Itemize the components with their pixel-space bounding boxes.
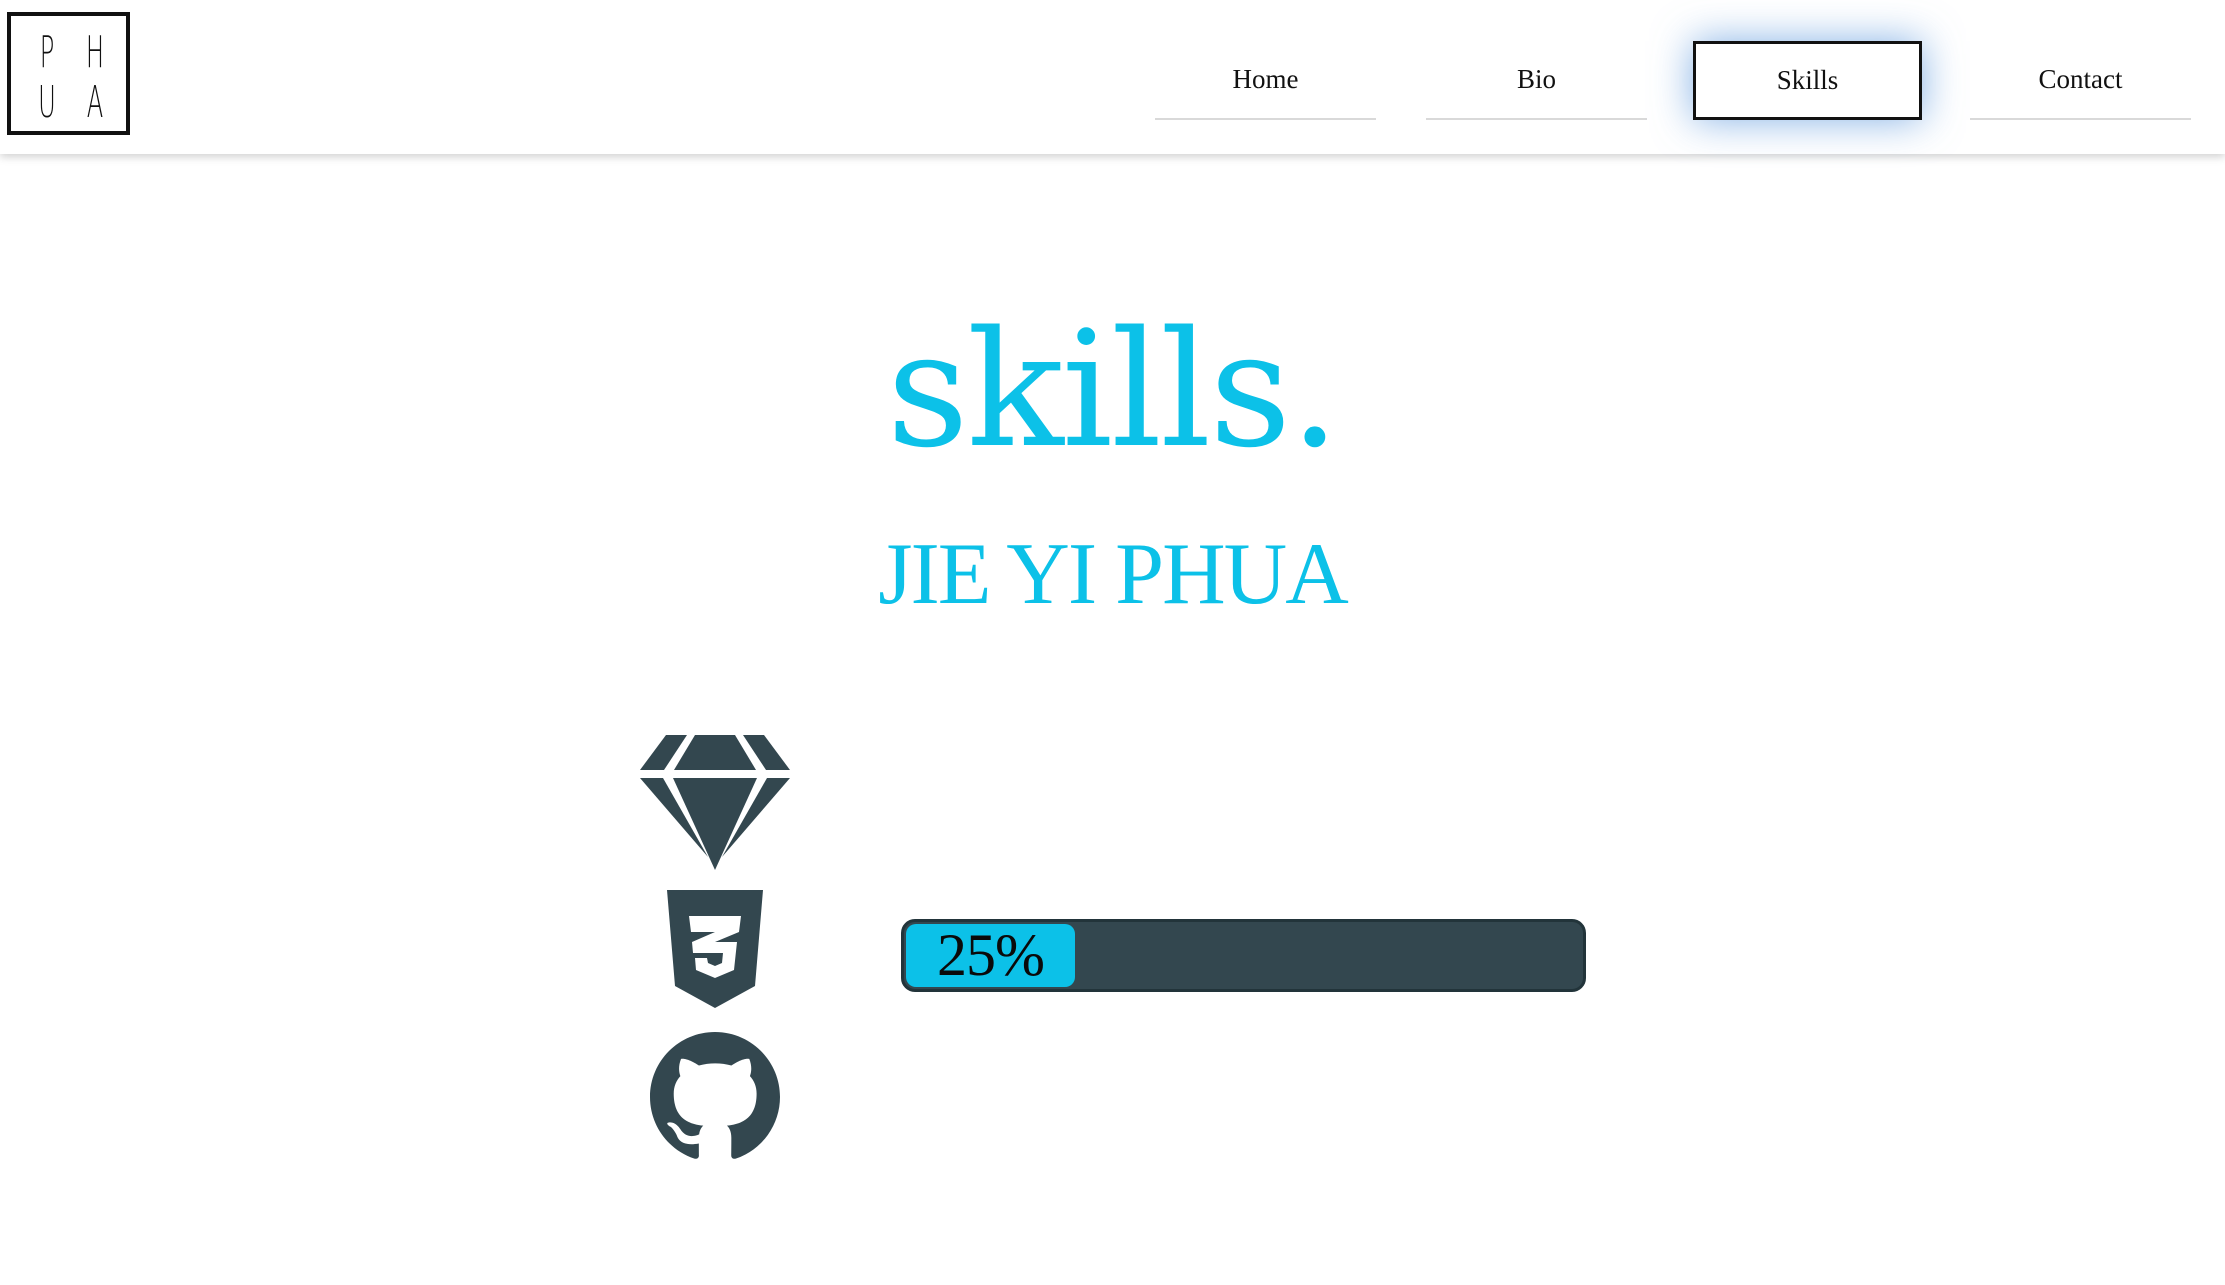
logo-letter: A	[86, 77, 104, 128]
skill-progress-bar: 25%	[901, 919, 1586, 992]
page-subtitle: JIE YI PHUA	[878, 526, 1349, 623]
nav-skills-link[interactable]: Skills	[1693, 41, 1922, 120]
logo-letter: P	[39, 27, 55, 78]
progress-fill: 25%	[906, 924, 1075, 987]
nav-contact-link[interactable]: Contact	[1970, 40, 2191, 120]
logo[interactable]: P H U A	[7, 12, 130, 135]
css3-icon	[665, 890, 765, 1008]
nav-bio-link[interactable]: Bio	[1426, 40, 1647, 120]
nav-home-link[interactable]: Home	[1155, 40, 1376, 120]
progress-label: 25%	[937, 922, 1045, 988]
page-title: skills.	[886, 296, 1341, 483]
github-icon	[650, 1032, 780, 1162]
sketch-diamond-icon	[640, 735, 790, 870]
site-header: P H U A Home Bio Skills Contact	[0, 0, 2225, 154]
logo-letter: U	[38, 77, 56, 128]
logo-letter: H	[85, 27, 105, 78]
